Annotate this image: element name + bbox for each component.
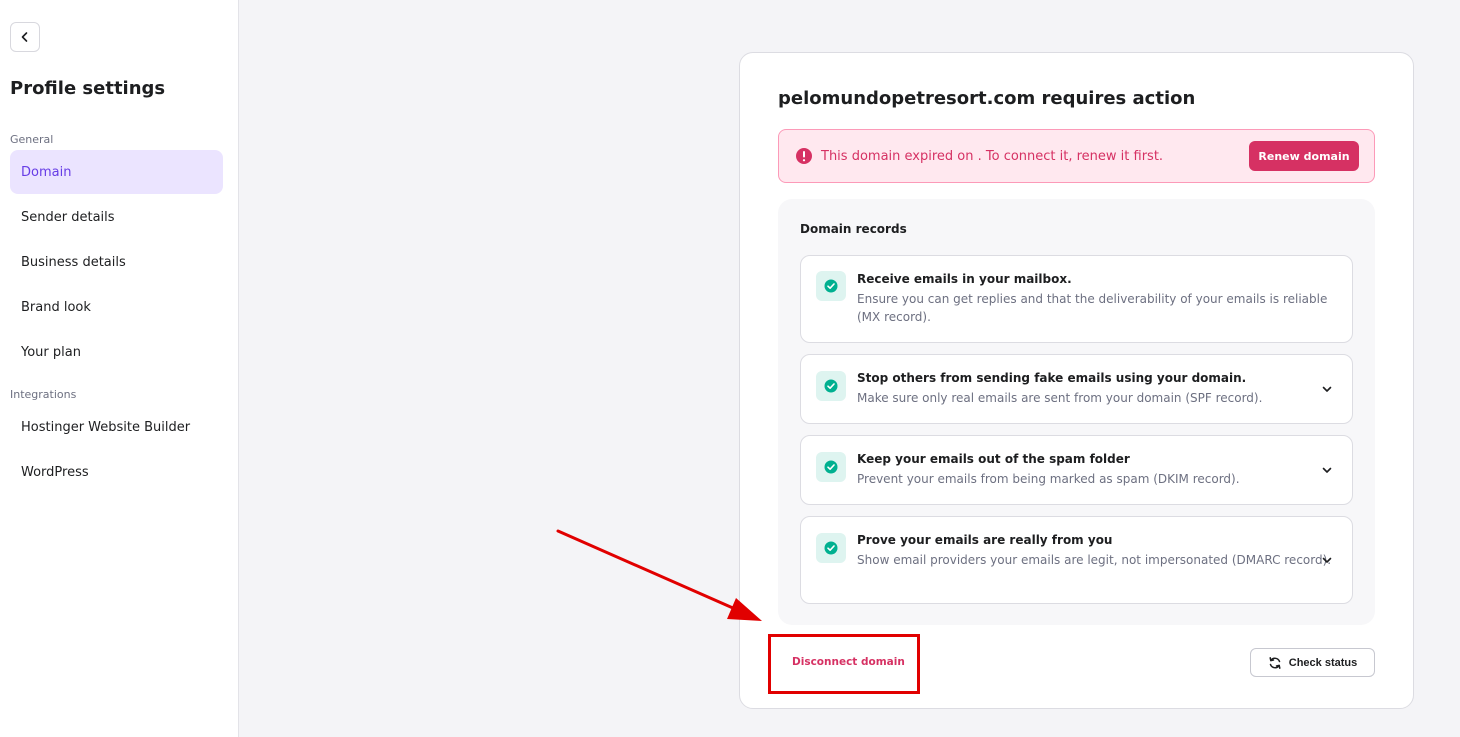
annotation-arrow [556, 529, 762, 621]
